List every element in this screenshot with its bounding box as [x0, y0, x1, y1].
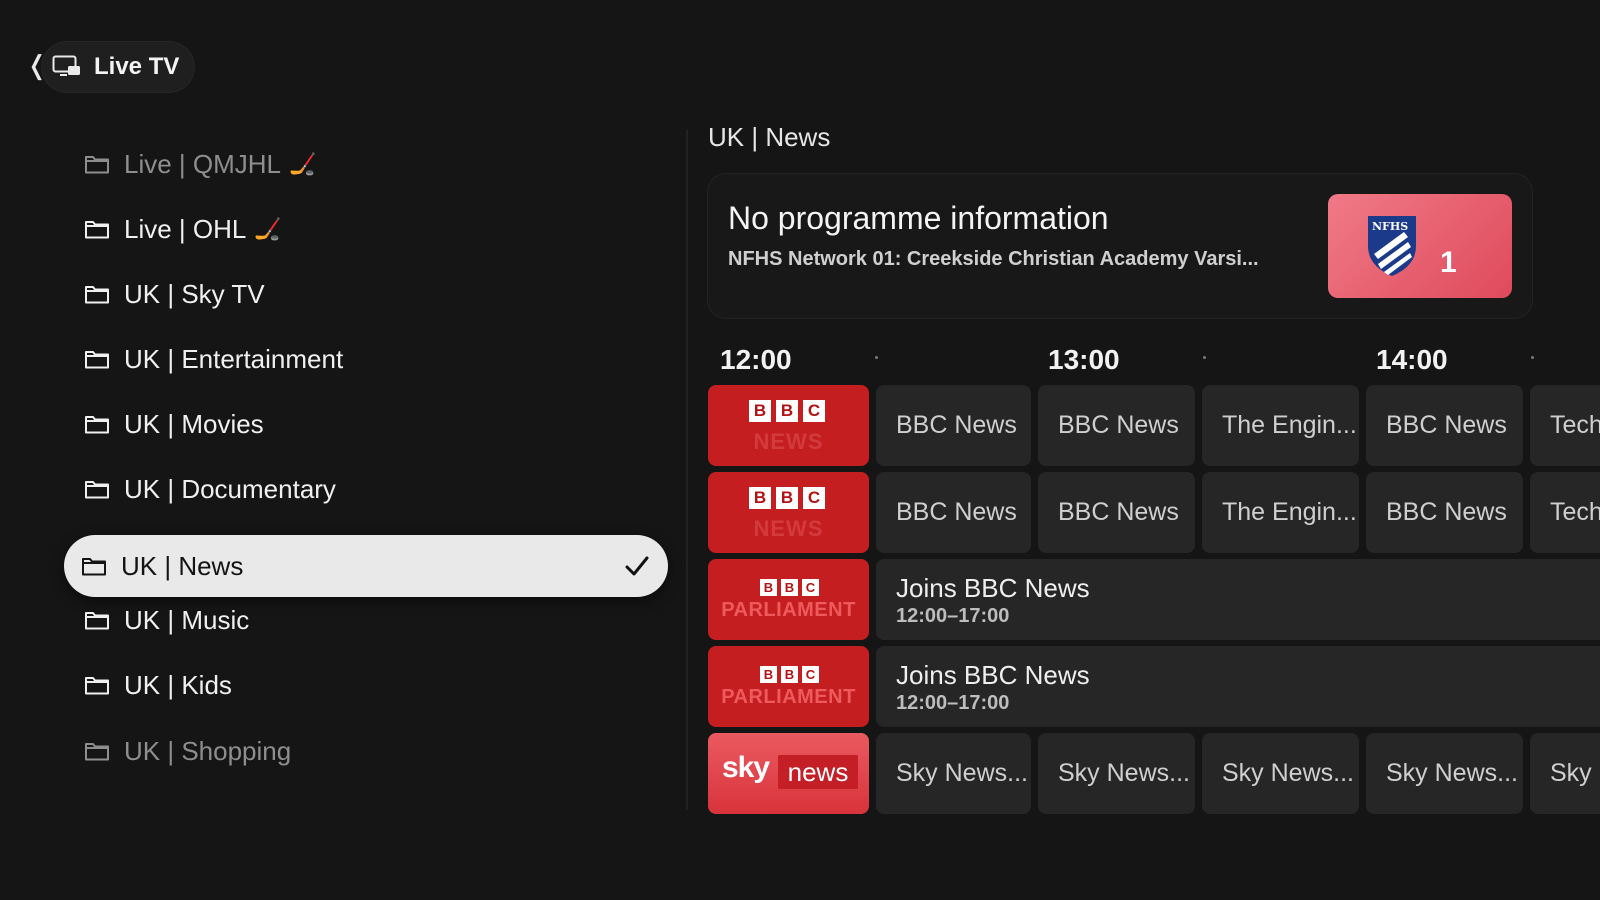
category-label: Live | QMJHL	[124, 148, 282, 179]
category-label: UK | News	[121, 550, 244, 581]
category-uk-music[interactable]: UK | Music	[64, 589, 668, 651]
category-uk-news[interactable]: UK | News	[64, 535, 668, 597]
bbc-parliament-logo[interactable]: B B C PARLIAMENT	[708, 646, 869, 727]
folder-icon	[84, 478, 110, 500]
folder-icon	[84, 413, 110, 435]
time-half-hour-dot	[875, 356, 878, 359]
folder-icon	[81, 555, 107, 577]
programme-cell[interactable]: BBC News	[1038, 385, 1195, 466]
time-slot-label: 14:00	[1376, 344, 1448, 375]
programme-cell[interactable]: BBC News	[876, 472, 1031, 553]
bbc-letter: C	[803, 400, 825, 422]
bbc-letter: C	[802, 579, 819, 596]
channel-number: 1	[1440, 246, 1457, 279]
panel-divider	[686, 130, 688, 810]
category-uk-shopping[interactable]: UK | Shopping	[64, 720, 668, 782]
folder-icon	[84, 609, 110, 631]
tv-icon	[52, 55, 82, 79]
group-title: UK | News	[708, 122, 831, 152]
programme-cell[interactable]: Tech	[1530, 385, 1600, 466]
nfhs-shield-icon: NFHS	[1364, 214, 1420, 283]
time-half-hour-dot	[1203, 356, 1206, 359]
programme-title: Joins BBC News	[896, 573, 1090, 603]
programme-cell[interactable]: Sky News...	[1366, 733, 1523, 814]
bbc-letter: B	[776, 400, 798, 422]
folder-icon	[84, 218, 110, 240]
logo-subtitle: NEWS	[753, 429, 824, 454]
bbc-letter: B	[781, 666, 798, 683]
logo-subtitle: NEWS	[753, 516, 824, 541]
nfhs-logo-text: NFHS	[1372, 220, 1408, 233]
logo-subtitle: news	[778, 755, 858, 789]
category-uk-entertainment[interactable]: UK | Entertainment	[64, 328, 668, 390]
folder-icon	[84, 674, 110, 696]
sky-brand-text: sky	[722, 751, 770, 784]
bbc-news-logo[interactable]: B B C NEWS	[708, 472, 869, 553]
logo-subtitle: PARLIAMENT	[721, 686, 856, 708]
bbc-letter: B	[781, 579, 798, 596]
category-uk-movies[interactable]: UK | Movies	[64, 393, 668, 455]
hockey-stick-icon: 🏒	[289, 151, 317, 176]
time-half-hour-dot	[1531, 356, 1534, 359]
category-label: UK | Music	[124, 604, 250, 635]
time-slot-label: 12:00	[720, 344, 792, 375]
programme-cell[interactable]: The Engin...	[1202, 472, 1359, 553]
programme-time: 12:00–17:00	[896, 605, 1010, 627]
bbc-news-logo[interactable]: B B C NEWS	[708, 385, 869, 466]
category-uk-kids[interactable]: UK | Kids	[64, 654, 668, 716]
bbc-blocks: B B C	[749, 487, 825, 509]
programme-cell[interactable]: Sky N	[1530, 733, 1600, 814]
category-live-qmjhl[interactable]: Live | QMJHL 🏒	[64, 133, 668, 195]
time-slot-label: 13:00	[1048, 344, 1120, 375]
bbc-letter: C	[803, 487, 825, 509]
live-tv-label: Live TV	[94, 53, 180, 80]
programme-info-card[interactable]: No programme information NFHS Network 01…	[708, 174, 1532, 318]
category-label: UK | Kids	[124, 669, 232, 700]
bbc-letter: B	[760, 579, 777, 596]
programme-cell[interactable]: BBC News	[876, 385, 1031, 466]
bbc-parliament-logo[interactable]: B B C PARLIAMENT	[708, 559, 869, 640]
folder-icon	[84, 740, 110, 762]
programme-cell[interactable]: BBC News	[1366, 472, 1523, 553]
category-uk-documentary[interactable]: UK | Documentary	[64, 458, 668, 520]
hockey-stick-icon: 🏒	[254, 216, 282, 241]
nfhs-channel-logo: NFHS 1	[1328, 194, 1512, 298]
folder-icon	[84, 283, 110, 305]
programme-time: 12:00–17:00	[896, 692, 1010, 714]
bbc-blocks: B B C	[760, 579, 819, 596]
logo-subtitle: PARLIAMENT	[721, 599, 856, 621]
programme-cell-long[interactable]: Joins BBC News 12:00–17:00	[876, 559, 1600, 640]
sky-news-logo[interactable]: sky news	[708, 733, 869, 814]
programme-cell[interactable]: BBC News	[1366, 385, 1523, 466]
bbc-letter: B	[749, 400, 771, 422]
category-label: Live | OHL	[124, 213, 247, 244]
programme-cell-long[interactable]: Joins BBC News 12:00–17:00	[876, 646, 1600, 727]
category-label: UK | Entertainment	[124, 343, 344, 374]
bbc-blocks: B B C	[760, 666, 819, 683]
programme-title: Joins BBC News	[896, 660, 1090, 690]
programme-cell[interactable]: Sky News...	[1202, 733, 1359, 814]
programme-cell[interactable]: The Engin...	[1202, 385, 1359, 466]
channel-name: NFHS Network 01: Creekside Christian Aca…	[728, 248, 1259, 270]
programme-cell[interactable]: Sky News...	[876, 733, 1031, 814]
category-label: UK | Shopping	[124, 735, 292, 766]
live-tv-back-button[interactable]: Live TV	[42, 42, 194, 92]
category-uk-sky-tv[interactable]: UK | Sky TV	[64, 263, 668, 325]
bbc-letter: B	[760, 666, 777, 683]
checkmark-icon	[624, 551, 650, 581]
category-label: UK | Movies	[124, 408, 264, 439]
programme-cell[interactable]: Tech	[1530, 472, 1600, 553]
programme-cell[interactable]: Sky News...	[1038, 733, 1195, 814]
bbc-letter: B	[776, 487, 798, 509]
folder-icon	[84, 153, 110, 175]
bbc-letter: C	[802, 666, 819, 683]
category-live-ohl[interactable]: Live | OHL 🏒	[64, 198, 668, 260]
folder-icon	[84, 348, 110, 370]
category-label: UK | Documentary	[124, 473, 336, 504]
bbc-blocks: B B C	[749, 400, 825, 422]
bbc-letter: B	[749, 487, 771, 509]
programme-title: No programme information	[728, 200, 1109, 236]
programme-cell[interactable]: BBC News	[1038, 472, 1195, 553]
category-label: UK | Sky TV	[124, 278, 265, 309]
